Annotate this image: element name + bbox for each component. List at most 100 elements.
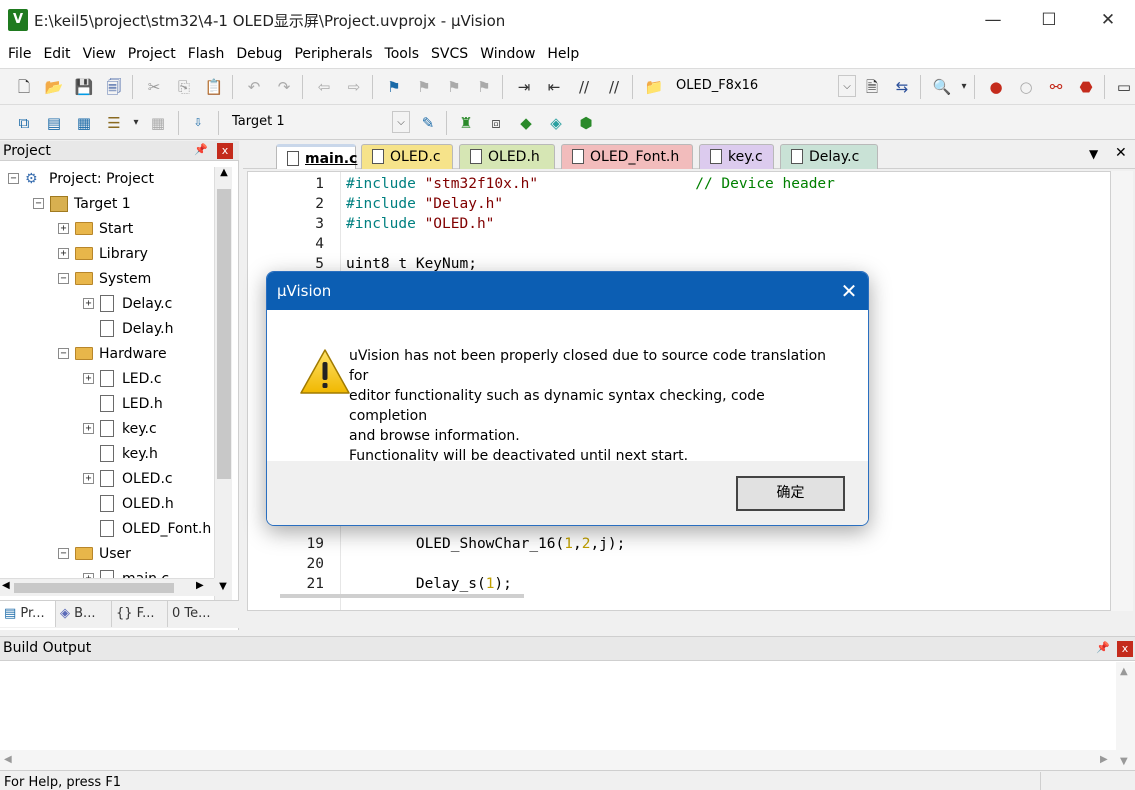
bookmark-icon[interactable]: ⚑	[384, 77, 404, 97]
uncomment-icon[interactable]: //	[604, 77, 624, 97]
tree-item[interactable]: + key.c	[83, 416, 157, 441]
scroll-right-icon[interactable]: ▶	[1100, 754, 1108, 765]
tab-file[interactable]: key.c	[699, 144, 774, 169]
tree-item[interactable]: OLED_Font.h	[83, 516, 211, 541]
run-time-env-icon[interactable]: ◆	[516, 113, 536, 133]
target-options-icon[interactable]: ✎	[418, 113, 438, 133]
tab-project[interactable]: ▤ Pr...	[0, 601, 56, 627]
collapse-icon[interactable]: −	[58, 348, 69, 359]
tab-file[interactable]: OLED_Font.h	[561, 144, 693, 169]
expand-icon[interactable]: +	[83, 298, 94, 309]
scroll-down-icon[interactable]: ▼	[214, 578, 232, 596]
tab-file[interactable]: main.c	[276, 144, 357, 169]
close-window-button[interactable]: ✕	[1085, 0, 1131, 40]
tree-item[interactable]: + Library	[58, 241, 148, 266]
chevron-down-icon[interactable]: ⌵	[392, 111, 410, 133]
batch-build-icon[interactable]: ☰	[104, 113, 124, 133]
tree-item[interactable]: + OLED.c	[83, 466, 173, 491]
find-combo[interactable]: OLED_F8x16 ⌵	[670, 75, 856, 99]
scroll-left-icon[interactable]: ◀	[4, 754, 12, 765]
clear-bookmarks-icon[interactable]: ⚑	[474, 77, 494, 97]
tree-item[interactable]: Delay.h	[83, 316, 173, 341]
expand-icon[interactable]: +	[83, 373, 94, 384]
tree-item[interactable]: + Start	[58, 216, 133, 241]
unindent-icon[interactable]: ⇤	[544, 77, 564, 97]
next-bookmark-icon[interactable]: ⚑	[444, 77, 464, 97]
expand-icon[interactable]: +	[58, 223, 69, 234]
breakpoint-icon[interactable]: ●	[986, 77, 1006, 97]
select-software-packs-icon[interactable]: ⬢	[576, 113, 596, 133]
scroll-left-icon[interactable]: ◀	[2, 580, 10, 591]
tree-item[interactable]: key.h	[83, 441, 158, 466]
disable-breakpoint-icon[interactable]: ○	[1016, 77, 1036, 97]
menu-flash[interactable]: Flash	[182, 46, 231, 62]
menu-svcs[interactable]: SVCS	[425, 46, 474, 62]
pack-installer-icon[interactable]: ◈	[546, 113, 566, 133]
maximize-button[interactable]: ☐	[1026, 0, 1072, 40]
expand-icon[interactable]: +	[58, 248, 69, 259]
nav-back-icon[interactable]: ⇦	[314, 77, 334, 97]
build-vertical-scrollbar[interactable]: ▲ ▼	[1116, 662, 1135, 772]
tree-item[interactable]: − Target 1	[33, 191, 131, 216]
tab-books[interactable]: ◈ B...	[56, 601, 112, 627]
close-tab-icon[interactable]: ✕	[1115, 145, 1127, 161]
menu-peripherals[interactable]: Peripherals	[288, 46, 378, 62]
target-select[interactable]: Target 1 ⌵	[226, 111, 410, 135]
save-all-icon[interactable]: 🗐	[104, 77, 124, 97]
save-icon[interactable]: 💾	[74, 77, 94, 97]
menu-tools[interactable]: Tools	[379, 46, 426, 62]
menu-project[interactable]: Project	[122, 46, 182, 62]
tab-file[interactable]: Delay.c	[780, 144, 878, 169]
tree-item[interactable]: − ⚙ Project: Project	[8, 166, 154, 191]
indent-icon[interactable]: ⇥	[514, 77, 534, 97]
tab-file[interactable]: OLED.h	[459, 144, 555, 169]
stop-build-icon[interactable]: ▦	[148, 113, 168, 133]
build-horizontal-scrollbar[interactable]: ◀ ▶	[0, 750, 1116, 770]
chevron-down-icon[interactable]: ▾	[126, 113, 146, 133]
file-extensions-icon[interactable]: ⧈	[486, 113, 506, 133]
menu-help[interactable]: Help	[541, 46, 585, 62]
nav-forward-icon[interactable]: ⇨	[344, 77, 364, 97]
editor-vertical-scrollbar[interactable]	[1111, 171, 1133, 611]
collapse-icon[interactable]: −	[8, 173, 19, 184]
collapse-icon[interactable]: −	[58, 273, 69, 284]
tab-list-icon[interactable]: ▼	[1089, 147, 1098, 161]
scroll-up-icon[interactable]: ▲	[216, 167, 232, 185]
find-icon[interactable]: 🗎	[862, 77, 882, 97]
ok-button[interactable]: 确定	[736, 476, 845, 511]
cut-icon[interactable]: ✂	[144, 77, 164, 97]
menu-edit[interactable]: Edit	[37, 46, 76, 62]
chevron-down-icon[interactable]: ⌵	[838, 75, 856, 97]
paste-icon[interactable]: 📋	[204, 77, 224, 97]
kill-breakpoints-icon[interactable]: ⚯	[1046, 77, 1066, 97]
window-layout-icon[interactable]: ▭	[1114, 77, 1134, 97]
build-icon[interactable]: ▤	[44, 113, 64, 133]
close-panel-button[interactable]: x	[1117, 641, 1133, 657]
build-output-text[interactable]	[0, 662, 1116, 750]
tree-item[interactable]: − System	[58, 266, 151, 291]
tree-item[interactable]: − Hardware	[58, 341, 167, 366]
copy-icon[interactable]: ⎘	[174, 77, 194, 97]
scroll-thumb[interactable]	[14, 583, 174, 593]
close-panel-button[interactable]: x	[217, 143, 233, 159]
download-icon[interactable]: ⇩	[188, 113, 208, 133]
undo-icon[interactable]: ↶	[244, 77, 264, 97]
disable-all-breakpoints-icon[interactable]: ⬣	[1076, 77, 1096, 97]
tree-item[interactable]: + Delay.c	[83, 291, 172, 316]
tab-file[interactable]: OLED.c	[361, 144, 453, 169]
minimize-button[interactable]: —	[970, 0, 1016, 40]
dialog-close-button[interactable]: ✕	[829, 272, 868, 310]
scroll-up-icon[interactable]: ▲	[1120, 666, 1128, 677]
tree-item[interactable]: − User	[58, 541, 131, 566]
expand-icon[interactable]: +	[83, 423, 94, 434]
tree-item[interactable]: LED.h	[83, 391, 163, 416]
chevron-down-icon[interactable]: ▾	[954, 77, 974, 97]
scroll-down-icon[interactable]: ▼	[1120, 756, 1128, 767]
pin-icon[interactable]: 📌	[1096, 641, 1110, 654]
new-file-icon[interactable]: 🗋	[14, 77, 34, 97]
scroll-thumb[interactable]	[217, 189, 231, 479]
redo-icon[interactable]: ↷	[274, 77, 294, 97]
open-file-icon[interactable]: 📂	[44, 77, 64, 97]
tree-vertical-scrollbar[interactable]: ▲	[214, 167, 232, 603]
tree-horizontal-scrollbar[interactable]: ◀ ▶	[0, 578, 214, 596]
